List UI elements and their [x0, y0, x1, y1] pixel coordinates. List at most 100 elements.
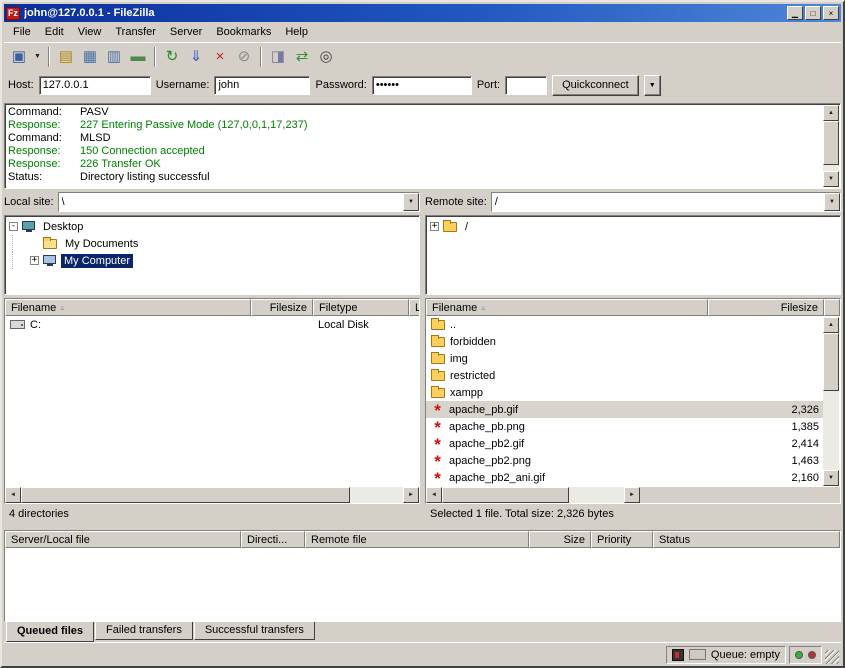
file-row[interactable]: xampp: [426, 384, 824, 401]
site-manager-dropdown-button[interactable]: ▼: [31, 45, 44, 69]
scrollbar-track[interactable]: [21, 487, 403, 503]
collapse-icon[interactable]: -: [9, 222, 18, 231]
refresh-button[interactable]: ↻: [160, 45, 184, 69]
column-header-filesize[interactable]: Filesize: [708, 299, 824, 316]
remote-site-input[interactable]: [492, 193, 824, 211]
cancel-icon: ×: [216, 49, 225, 64]
process-queue-button[interactable]: ⇓: [184, 45, 208, 69]
toggle-log-button[interactable]: ▤: [54, 45, 78, 69]
menu-bookmarks[interactable]: Bookmarks: [209, 23, 278, 41]
username-input[interactable]: [214, 76, 310, 95]
port-input[interactable]: [505, 76, 547, 95]
remote-site-combo[interactable]: ▼: [491, 192, 841, 212]
column-header-filename[interactable]: Filename▵: [5, 299, 251, 316]
quickconnect-button[interactable]: Quickconnect: [552, 75, 639, 96]
tree-item-my-documents[interactable]: My Documents: [7, 235, 417, 252]
quickconnect-dropdown-button[interactable]: ▼: [644, 75, 661, 96]
compare-button[interactable]: ◨: [266, 45, 290, 69]
find-button[interactable]: ◎: [314, 45, 338, 69]
menu-file[interactable]: File: [6, 23, 38, 41]
queue-status-text: Queue: empty: [711, 649, 780, 661]
local-tree: -DesktopMy Documents+My Computer: [4, 215, 420, 295]
status-bar: Queue: empty: [4, 642, 841, 664]
column-header-size[interactable]: Size: [529, 531, 591, 548]
image-icon: [431, 437, 444, 450]
toggle-remote-tree-button[interactable]: ▥: [102, 45, 126, 69]
column-header-filetype[interactable]: Filetype: [313, 299, 409, 316]
file-row[interactable]: restricted: [426, 367, 824, 384]
password-input[interactable]: [372, 76, 472, 95]
site-manager-button[interactable]: ▣: [7, 45, 31, 69]
title-bar[interactable]: Fz john@127.0.0.1 - FileZilla ▁ □ ×: [4, 4, 841, 22]
file-row[interactable]: C:Local Disk: [5, 316, 419, 333]
column-header-directi[interactable]: Directi...: [241, 531, 305, 548]
scroll-down-button[interactable]: ▼: [823, 470, 839, 486]
file-row[interactable]: apache_pb2_ani.gif2,160: [426, 469, 824, 486]
file-row[interactable]: forbidden: [426, 333, 824, 350]
scroll-up-button[interactable]: ▲: [823, 105, 839, 121]
local-hscrollbar[interactable]: ◄ ►: [5, 487, 419, 503]
menu-help[interactable]: Help: [278, 23, 315, 41]
scroll-right-button[interactable]: ►: [403, 487, 419, 503]
resize-grip[interactable]: [825, 650, 839, 664]
scrollbar-track[interactable]: [823, 333, 839, 470]
tab-failed-transfers[interactable]: Failed transfers: [95, 622, 193, 640]
disconnect-button[interactable]: ⊘: [232, 45, 256, 69]
column-header-l[interactable]: L: [409, 299, 420, 316]
remote-hscrollbar[interactable]: ◄ ►: [426, 487, 640, 503]
local-site-dropdown-button[interactable]: ▼: [403, 193, 419, 211]
toggle-queue-button[interactable]: ▬: [126, 45, 150, 69]
scroll-up-button[interactable]: ▲: [823, 317, 839, 333]
file-row[interactable]: ..: [426, 316, 824, 333]
scroll-left-button[interactable]: ◄: [426, 487, 442, 503]
scrollbar-thumb[interactable]: [823, 333, 839, 391]
cancel-button[interactable]: ×: [208, 45, 232, 69]
maximize-button[interactable]: □: [805, 6, 821, 20]
scrollbar-thumb[interactable]: [823, 121, 839, 165]
scrollbar-thumb[interactable]: [442, 487, 569, 503]
tree-item-desktop[interactable]: -Desktop: [7, 218, 417, 235]
local-site-combo[interactable]: ▼: [58, 192, 420, 212]
column-header-filename[interactable]: Filename▵: [426, 299, 708, 316]
file-cell: [708, 367, 824, 384]
sync-browse-button[interactable]: ⇄: [290, 45, 314, 69]
local-site-input[interactable]: [59, 193, 403, 211]
browser-panes: -DesktopMy Documents+My Computer Filenam…: [4, 215, 841, 524]
close-button[interactable]: ×: [823, 6, 839, 20]
tab-queued-files[interactable]: Queued files: [6, 622, 94, 642]
expand-icon[interactable]: +: [430, 222, 439, 231]
image-icon: [431, 471, 444, 484]
column-header-priority[interactable]: Priority: [591, 531, 653, 548]
host-label: Host:: [8, 79, 34, 91]
host-input[interactable]: [39, 76, 151, 95]
column-header-server-local-file[interactable]: Server/Local file: [5, 531, 241, 548]
file-row[interactable]: apache_pb.png1,385: [426, 418, 824, 435]
file-row[interactable]: apache_pb2.gif2,414: [426, 435, 824, 452]
remote-vscrollbar[interactable]: ▲ ▼: [823, 317, 839, 486]
menu-view[interactable]: View: [71, 23, 109, 41]
tree-item-my-computer[interactable]: +My Computer: [7, 252, 417, 269]
scroll-left-button[interactable]: ◄: [5, 487, 21, 503]
column-header-remote-file[interactable]: Remote file: [305, 531, 529, 548]
file-row[interactable]: apache_pb2.png1,463: [426, 452, 824, 469]
minimize-button[interactable]: ▁: [787, 6, 803, 20]
scroll-right-button[interactable]: ►: [624, 487, 640, 503]
remote-site-dropdown-button[interactable]: ▼: [824, 193, 840, 211]
scroll-down-button[interactable]: ▼: [823, 171, 839, 187]
file-row[interactable]: img: [426, 350, 824, 367]
column-header-filesize[interactable]: Filesize: [251, 299, 313, 316]
column-header-status[interactable]: Status: [653, 531, 840, 548]
toggle-queue-icon: ▬: [131, 49, 146, 64]
tree-item-x[interactable]: +/: [428, 218, 838, 235]
scrollbar-track[interactable]: [442, 487, 624, 503]
menu-server[interactable]: Server: [163, 23, 209, 41]
scrollbar-thumb[interactable]: [21, 487, 350, 503]
expand-icon[interactable]: +: [30, 256, 39, 265]
menu-transfer[interactable]: Transfer: [108, 23, 163, 41]
scrollbar-track[interactable]: [823, 121, 839, 171]
toggle-local-tree-button[interactable]: ▦: [78, 45, 102, 69]
tab-successful-transfers[interactable]: Successful transfers: [194, 622, 315, 640]
log-scrollbar[interactable]: ▲ ▼: [823, 105, 839, 187]
file-row[interactable]: apache_pb.gif2,326: [426, 401, 824, 418]
menu-edit[interactable]: Edit: [38, 23, 71, 41]
